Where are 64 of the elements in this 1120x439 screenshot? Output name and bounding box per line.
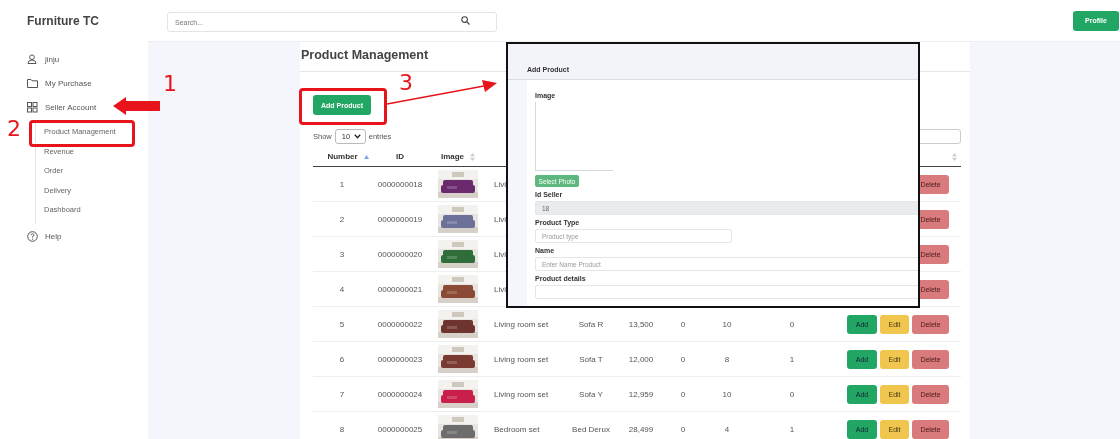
table-cell: 0 xyxy=(789,389,795,399)
input-field[interactable] xyxy=(535,285,918,299)
column-header[interactable]: Number xyxy=(327,152,358,161)
product-type: Living room set xyxy=(494,319,549,329)
product-id: 0000000025 xyxy=(377,424,423,434)
product-id: 0000000023 xyxy=(377,354,423,364)
row-number: 1 xyxy=(339,179,345,189)
product-type: Livi xyxy=(494,249,506,259)
product-price: 13,500 xyxy=(628,319,654,329)
row-number: 3 xyxy=(339,249,345,259)
table-cell: 4 xyxy=(724,424,730,434)
product-name: Sofa T xyxy=(579,354,603,364)
table-cell: 10 xyxy=(722,389,732,399)
table-cell: 0 xyxy=(680,319,686,329)
help-icon xyxy=(27,230,38,242)
sidebar-item[interactable]: Seller Account xyxy=(27,101,97,113)
product-type: Livi xyxy=(494,179,506,189)
table-cell: 8 xyxy=(724,354,730,364)
row-number: 2 xyxy=(339,214,345,224)
column-header[interactable]: Image xyxy=(440,152,465,161)
table-cell: 1 xyxy=(789,354,795,364)
arrow-icon xyxy=(113,97,160,115)
step-number: 2 xyxy=(7,118,21,140)
person-icon xyxy=(27,53,38,65)
sidebar-item[interactable]: My Purchase xyxy=(27,77,92,89)
product-id: 0000000024 xyxy=(377,389,423,399)
caret-icon xyxy=(354,133,362,139)
product-type: Living room set xyxy=(494,354,549,364)
product-price: 12,000 xyxy=(628,354,654,364)
step-number: 3 xyxy=(399,72,413,94)
product-id: 0000000020 xyxy=(377,249,423,259)
column-header[interactable]: ID xyxy=(396,152,404,161)
product-id: 0000000022 xyxy=(377,319,423,329)
product-id: 0000000021 xyxy=(377,284,423,294)
sidebar-item[interactable]: Help xyxy=(27,230,62,243)
product-price: 28,499 xyxy=(628,424,654,434)
table-cell: 0 xyxy=(680,424,686,434)
product-name: Sofa Y xyxy=(579,389,603,399)
table-cell: 10 xyxy=(722,319,732,329)
product-type: Livi xyxy=(494,214,506,224)
table-cell: 0 xyxy=(680,354,686,364)
step-number: 1 xyxy=(163,73,177,95)
product-id: 0000000019 xyxy=(377,214,423,224)
sidebar-item[interactable]: jinju xyxy=(27,53,60,65)
grid-icon xyxy=(27,101,38,113)
row-number: 8 xyxy=(339,424,345,434)
product-type: Living room set xyxy=(494,389,549,399)
product-type: Livi xyxy=(494,284,506,294)
row-number: 6 xyxy=(339,354,345,364)
row-number: 4 xyxy=(339,284,345,294)
product-name: Bed Derux xyxy=(572,424,610,434)
row-number: 5 xyxy=(339,319,345,329)
row-number: 7 xyxy=(339,389,345,399)
table-cell: 0 xyxy=(789,319,795,329)
table-cell: 0 xyxy=(680,389,686,399)
search-icon xyxy=(461,15,470,25)
brand-title: Furniture TC xyxy=(27,14,100,28)
product-price: 12,959 xyxy=(628,389,654,399)
table-cell: 1 xyxy=(789,424,795,434)
product-name: Sofa R xyxy=(578,319,604,329)
page-title: Product Management xyxy=(301,48,430,62)
folder-icon xyxy=(27,77,38,89)
product-type: Bedroom set xyxy=(494,424,540,434)
product-id: 0000000018 xyxy=(377,179,423,189)
